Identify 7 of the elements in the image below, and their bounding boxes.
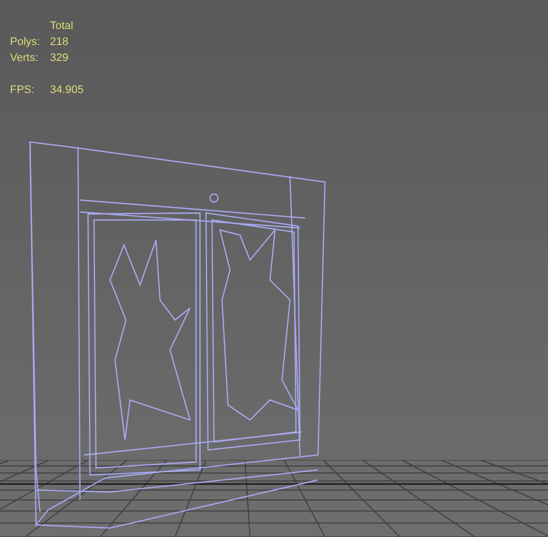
stat-label: Polys: [10,35,41,50]
stats-header: Total [50,19,74,34]
stat-value: 218 [50,35,70,50]
stat-label: Verts: [10,51,40,66]
fps-label: FPS: [10,83,36,98]
stat-value: 329 [50,51,70,66]
fps-value: 34.905 [50,83,85,98]
